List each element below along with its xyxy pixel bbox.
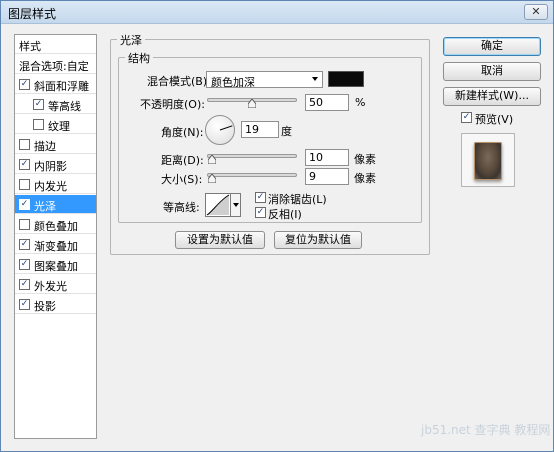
distance-slider-track[interactable] — [207, 154, 297, 158]
antialias-label: 消除锯齿(L) — [268, 193, 327, 206]
set-default-button[interactable]: 设置为默认值 — [175, 231, 265, 249]
opacity-input[interactable]: 50 — [305, 94, 349, 111]
preview-checkbox[interactable]: ✓ — [461, 112, 472, 123]
chevron-down-icon — [233, 203, 239, 207]
size-slider-track[interactable] — [207, 173, 297, 177]
contour-label: 等高线: — [163, 201, 200, 214]
angle-input[interactable]: 19 — [241, 121, 279, 138]
style-item-checkbox[interactable]: ✓ — [19, 239, 30, 250]
style-item-label: 内阴影 — [34, 160, 67, 173]
style-item-checkbox[interactable] — [19, 219, 30, 230]
style-item-checkbox[interactable]: ✓ — [19, 199, 30, 210]
style-item-checkbox[interactable] — [19, 179, 30, 190]
style-item-checkbox[interactable]: ✓ — [19, 279, 30, 290]
style-item-label: 渐变叠加 — [34, 240, 78, 253]
structure-title: 结构 — [125, 50, 153, 66]
style-item-checkbox[interactable] — [19, 139, 30, 150]
angle-label: 角度(N): — [161, 126, 204, 139]
new-style-button[interactable]: 新建样式(W)... — [443, 87, 541, 106]
style-item[interactable]: ✓ 内阴影 — [15, 155, 96, 174]
style-item-label: 外发光 — [34, 280, 67, 293]
style-item-checkbox[interactable]: ✓ — [19, 299, 30, 310]
watermark: jb51.net 查字典 教程网 — [421, 423, 551, 437]
blend-mode-select[interactable]: 颜色加深 — [206, 71, 323, 89]
size-label: 大小(S): — [161, 173, 203, 186]
size-input[interactable]: 9 — [305, 168, 349, 185]
style-item-checkbox[interactable]: ✓ — [19, 79, 30, 90]
style-item[interactable]: 纹理 — [15, 115, 96, 134]
style-item[interactable]: ✓ 外发光 — [15, 275, 96, 294]
title-bar[interactable]: 图层样式 ✕ — [1, 1, 553, 24]
blend-mode-value: 颜色加深 — [211, 76, 255, 89]
blend-color-swatch[interactable] — [328, 71, 364, 87]
satin-section-title: 光泽 — [117, 32, 145, 48]
reset-default-button[interactable]: 复位为默认值 — [274, 231, 362, 249]
angle-dial-indicator — [219, 125, 233, 131]
style-item[interactable]: ✓ 等高线 — [15, 95, 96, 114]
style-item[interactable]: 颜色叠加 — [15, 215, 96, 234]
style-item[interactable]: 内发光 — [15, 175, 96, 194]
contour-curve-icon — [206, 194, 230, 216]
distance-label: 距离(D): — [161, 154, 204, 167]
style-item[interactable]: ✓ 光泽 — [15, 195, 96, 214]
invert-label: 反相(I) — [268, 208, 302, 221]
style-item-label: 内发光 — [34, 180, 67, 193]
close-button[interactable]: ✕ — [524, 4, 548, 20]
style-item[interactable]: ✓ 渐变叠加 — [15, 235, 96, 254]
style-item[interactable]: ✓ 投影 — [15, 295, 96, 314]
style-item[interactable]: 描边 — [15, 135, 96, 154]
angle-dial[interactable] — [205, 115, 235, 145]
size-unit: 像素 — [354, 172, 376, 185]
style-preview-thumbnail — [474, 142, 502, 180]
layer-style-dialog: 图层样式 ✕ 样式 混合选项:自定 ✓ 斜面和浮雕 ✓ 等高线纹理描边 ✓ 内阴影内发光 ✓… — [0, 0, 554, 452]
style-list-header-label: 样式 — [19, 40, 41, 53]
preview-label: 预览(V) — [475, 113, 514, 126]
cancel-button[interactable]: 取消 — [443, 62, 541, 81]
contour-dropdown[interactable] — [231, 193, 241, 217]
blend-mode-label: 混合模式(B): — [147, 75, 211, 88]
size-slider-thumb[interactable] — [207, 174, 216, 183]
style-item-checkbox[interactable]: ✓ — [19, 159, 30, 170]
blending-options-item[interactable]: 混合选项:自定 — [15, 55, 96, 74]
style-item-label: 描边 — [34, 140, 56, 153]
style-list-header[interactable]: 样式 — [15, 35, 96, 54]
opacity-unit: % — [355, 96, 366, 109]
style-item-label: 纹理 — [48, 120, 70, 133]
style-item[interactable]: ✓ 图案叠加 — [15, 255, 96, 274]
window-title: 图层样式 — [8, 7, 57, 21]
distance-slider-thumb[interactable] — [207, 155, 216, 164]
distance-input[interactable]: 10 — [305, 149, 349, 166]
style-item-label: 投影 — [34, 300, 56, 313]
style-item-label: 图案叠加 — [34, 260, 78, 273]
ok-button[interactable]: 确定 — [443, 37, 541, 56]
invert-checkbox[interactable]: ✓ — [255, 207, 266, 218]
style-item-checkbox[interactable]: ✓ — [33, 99, 44, 110]
antialias-checkbox[interactable]: ✓ — [255, 192, 266, 203]
style-item-label: 光泽 — [34, 200, 56, 213]
style-item-label: 等高线 — [48, 100, 81, 113]
style-list: 样式 混合选项:自定 ✓ 斜面和浮雕 ✓ 等高线纹理描边 ✓ 内阴影内发光 ✓ 光泽颜色叠加 ✓… — [14, 34, 97, 439]
close-icon: ✕ — [531, 5, 541, 18]
opacity-slider-thumb[interactable] — [248, 99, 256, 108]
blending-options-label: 混合选项:自定 — [19, 60, 89, 73]
style-item-label: 颜色叠加 — [34, 220, 78, 233]
distance-unit: 像素 — [354, 153, 376, 166]
style-item[interactable]: ✓ 斜面和浮雕 — [15, 75, 96, 94]
style-item-label: 斜面和浮雕 — [34, 80, 89, 93]
angle-unit: 度 — [281, 125, 292, 138]
chevron-down-icon — [312, 77, 318, 81]
style-preview — [461, 133, 515, 187]
style-item-checkbox[interactable] — [33, 119, 44, 130]
opacity-label: 不透明度(O): — [140, 98, 205, 111]
contour-preview[interactable] — [205, 193, 231, 217]
style-item-checkbox[interactable]: ✓ — [19, 259, 30, 270]
